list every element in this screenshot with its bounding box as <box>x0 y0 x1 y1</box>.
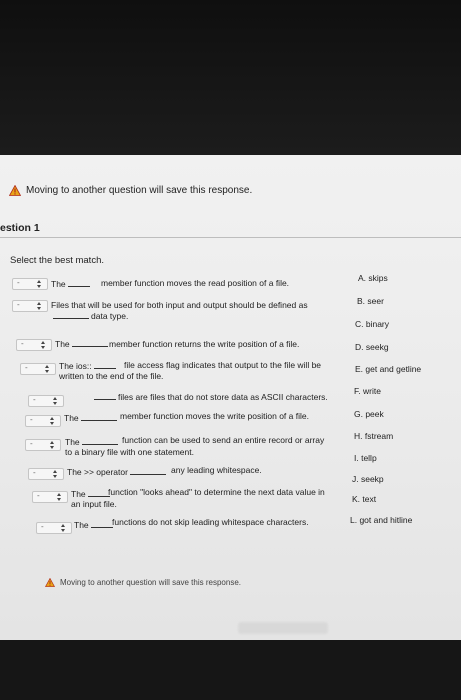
updown-arrow-icon <box>37 280 42 288</box>
question-9-post: function "looks ahead" to determine the … <box>108 487 325 497</box>
question-8: The >> operator <box>67 467 168 477</box>
updown-arrow-icon <box>61 524 66 532</box>
updown-arrow-icon <box>50 417 55 425</box>
question-6: The <box>64 413 119 423</box>
question-4-post: file access flag indicates that output t… <box>124 360 322 370</box>
select-placeholder: - <box>30 439 33 448</box>
match-select-6[interactable]: - <box>25 415 61 427</box>
blank <box>67 279 90 287</box>
question-1-pre: The <box>51 279 66 289</box>
blank <box>81 437 118 445</box>
warning-icon <box>9 185 21 196</box>
question-5-post: files are files that do not store data a… <box>118 392 328 402</box>
question-9: The <box>71 489 112 499</box>
question-3-pre: The <box>55 339 70 349</box>
select-placeholder: - <box>17 278 20 287</box>
question-2-pre: Files that will be used for both input a… <box>51 300 308 310</box>
question-7-line2: to a binary file with one statement. <box>65 447 194 457</box>
match-select-9[interactable]: - <box>32 491 68 503</box>
answer-option-e: E. get and getline <box>355 364 422 374</box>
question-10-post: functions do not skip leading whitespace… <box>112 517 309 527</box>
answer-option-g: G. peek <box>354 409 384 419</box>
blank <box>71 339 108 347</box>
answer-option-b: B. seer <box>357 296 384 306</box>
next-button-blurred[interactable] <box>238 622 328 634</box>
question-9-pre: The <box>71 489 86 499</box>
answer-option-f: F. write <box>354 386 381 396</box>
dark-bottom-area <box>0 640 461 700</box>
answer-option-d: D. seekg <box>355 342 389 352</box>
question-7-pre: The <box>65 437 80 447</box>
answer-option-j: J. seekp <box>352 474 384 484</box>
question-8-pre: The >> operator <box>67 467 128 477</box>
question-10: The <box>74 520 115 530</box>
blank <box>90 520 113 528</box>
answer-option-l: L. got and hitline <box>350 515 413 525</box>
divider <box>0 237 461 238</box>
select-placeholder: - <box>41 522 44 531</box>
updown-arrow-icon <box>53 470 58 478</box>
updown-arrow-icon <box>53 397 58 405</box>
question-10-pre: The <box>74 520 89 530</box>
select-placeholder: - <box>33 468 36 477</box>
updown-arrow-icon <box>37 302 42 310</box>
select-placeholder: - <box>33 395 36 404</box>
warning-text: Moving to another question will save thi… <box>60 578 241 587</box>
answer-option-h: H. fstream <box>354 431 394 441</box>
match-select-5[interactable]: - <box>28 395 64 407</box>
question-title: estion 1 <box>0 222 40 234</box>
question-2-line2: data type. <box>51 311 128 321</box>
select-placeholder: - <box>37 491 40 500</box>
save-warning-bottom: Moving to another question will save thi… <box>45 578 241 587</box>
instruction-text: Select the best match. <box>10 255 104 266</box>
answer-option-a: A. skips <box>358 273 388 283</box>
blank <box>53 311 89 319</box>
blank <box>80 413 117 421</box>
question-4-line2: written to the end of the file. <box>59 371 164 381</box>
match-select-2[interactable]: - <box>12 300 48 312</box>
blank <box>87 489 110 497</box>
select-placeholder: - <box>21 339 24 348</box>
match-select-10[interactable]: - <box>36 522 72 534</box>
blank <box>129 467 166 475</box>
question-1-post: member function moves the read position … <box>101 278 290 288</box>
updown-arrow-icon <box>41 341 46 349</box>
updown-arrow-icon <box>45 365 50 373</box>
question-6-pre: The <box>64 413 79 423</box>
match-select-4[interactable]: - <box>20 363 56 375</box>
warning-icon <box>45 578 55 587</box>
answer-option-k: K. text <box>352 494 377 504</box>
updown-arrow-icon <box>50 441 55 449</box>
match-select-1[interactable]: - <box>12 278 48 290</box>
dark-top-area <box>0 0 461 155</box>
answer-option-c: C. binary <box>355 319 390 329</box>
question-9-line2: an input file. <box>71 499 117 509</box>
question-3-post: member function returns the write positi… <box>109 339 300 349</box>
select-placeholder: - <box>25 363 28 372</box>
match-select-3[interactable]: - <box>16 339 52 351</box>
match-select-7[interactable]: - <box>25 439 61 451</box>
question-7-post: function can be used to send an entire r… <box>122 435 325 445</box>
match-select-8[interactable]: - <box>28 468 64 480</box>
updown-arrow-icon <box>57 493 62 501</box>
select-placeholder: - <box>17 300 20 309</box>
question-7: The <box>65 437 120 447</box>
question-4-pre: The ios:: <box>59 361 92 371</box>
question-6-post: member function moves the write position… <box>120 411 309 421</box>
save-warning-top: Moving to another question will save thi… <box>9 185 252 196</box>
blank <box>94 392 116 400</box>
question-3: The <box>55 339 110 349</box>
blank <box>93 361 116 369</box>
select-placeholder: - <box>30 415 33 424</box>
warning-text: Moving to another question will save thi… <box>26 185 253 196</box>
question-5 <box>92 392 118 402</box>
question-4: The ios:: <box>59 361 118 371</box>
question-1: The <box>51 279 92 289</box>
answer-option-i: I. tellp <box>354 453 377 463</box>
question-2-line2-text: data type. <box>91 311 129 321</box>
question-8-post: any leading whitespace. <box>171 465 262 475</box>
